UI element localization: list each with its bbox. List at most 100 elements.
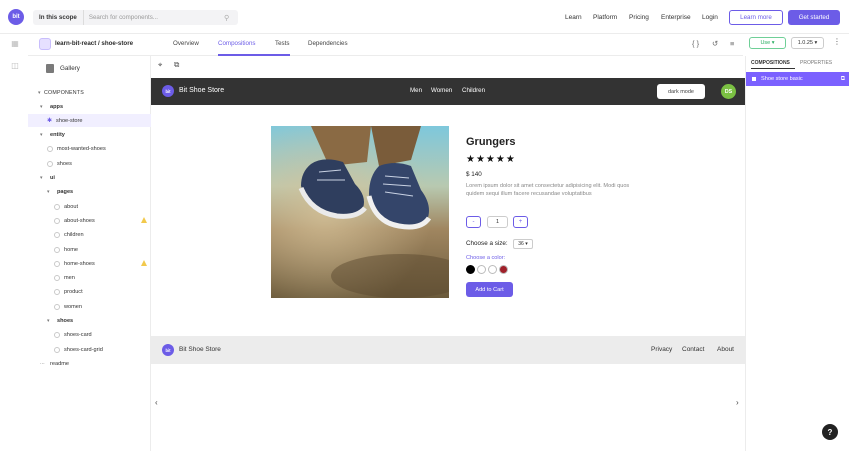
version-dropdown[interactable]: 1.0.25 ▾ — [791, 37, 824, 49]
tree-item[interactable]: most-wanted-shoes — [28, 143, 151, 156]
nav-men[interactable]: Men — [410, 87, 422, 94]
grid-icon[interactable]: ▦ — [10, 38, 20, 48]
composition-label: Shoe store basic — [761, 76, 803, 82]
tree-item[interactable]: home-shoes — [28, 257, 151, 270]
user-avatar[interactable]: DS — [721, 84, 736, 99]
store-logo[interactable]: bit — [162, 85, 174, 97]
tree-label: most-wanted-shoes — [57, 146, 106, 153]
product-title: Grungers — [466, 136, 516, 148]
grid-toggle-icon[interactable]: ⌖ — [158, 60, 162, 70]
active-panel-tab-indicator — [751, 68, 795, 69]
nav-enterprise[interactable]: Enterprise — [661, 10, 691, 25]
footer-logo[interactable]: bit — [162, 344, 174, 356]
history-icon[interactable]: ↺ — [712, 39, 718, 48]
tree-item[interactable]: shoes-card-grid — [28, 343, 151, 356]
add-to-cart-button[interactable]: Add to Cart — [466, 282, 513, 297]
color-swatch[interactable] — [499, 265, 508, 274]
footer-brand[interactable]: Bit Shoe Store — [179, 346, 221, 353]
store-brand[interactable]: Bit Shoe Store — [179, 87, 224, 94]
tree-item[interactable]: product — [28, 286, 151, 299]
tree-label: shoes — [57, 160, 72, 167]
nav-login[interactable]: Login — [702, 10, 718, 25]
color-swatch[interactable] — [466, 265, 475, 274]
tree-item[interactable]: women — [28, 300, 151, 313]
tab-dependencies[interactable]: Dependencies — [308, 40, 348, 47]
tree-label: men — [64, 275, 75, 282]
settings-icon[interactable]: ≡ — [730, 39, 734, 48]
components-section-label: COMPONENTS — [44, 89, 84, 96]
size-select[interactable]: 36 ▾ — [513, 239, 533, 249]
more-options-icon[interactable]: ⋮ — [833, 37, 841, 46]
tree-item[interactable]: shoes-card — [28, 329, 151, 342]
tree-item[interactable]: about-shoes — [28, 214, 151, 227]
tree-folder[interactable]: ▾ pages — [28, 186, 151, 199]
nav-platform[interactable]: Platform — [593, 10, 617, 25]
bit-logo[interactable]: bit — [8, 9, 24, 25]
component-dot-icon — [54, 260, 60, 267]
nav-children[interactable]: Children — [462, 87, 485, 94]
footer-privacy-link[interactable]: Privacy — [651, 346, 672, 353]
nav-pricing[interactable]: Pricing — [629, 10, 649, 25]
gallery-link[interactable]: Gallery — [46, 64, 80, 73]
product-description: Lorem ipsum dolor sit amet consectetur a… — [466, 183, 630, 197]
footer-contact-link[interactable]: Contact — [682, 346, 704, 353]
top-bar: bit In this scope Search for components.… — [0, 0, 849, 34]
quantity-input[interactable]: 1 — [487, 216, 508, 228]
decrease-quantity-button[interactable]: - — [466, 216, 481, 228]
search-input[interactable]: Search for components... — [84, 14, 224, 21]
tree-folder[interactable]: ▾ ui — [28, 172, 151, 185]
tree-folder[interactable]: ▾ apps — [28, 100, 151, 113]
components-section-toggle[interactable]: ▾ COMPONENTS — [28, 86, 151, 99]
component-dot-icon — [54, 303, 60, 310]
composition-item-shoe-store-basic[interactable]: Shoe store basic ⧉ — [746, 72, 849, 86]
tree-item[interactable]: men — [28, 272, 151, 285]
gallery-label: Gallery — [60, 65, 80, 72]
tree-readme[interactable]: ⋯ readme — [28, 357, 151, 370]
open-external-icon[interactable]: ⧉ — [841, 76, 845, 83]
footer-about-link[interactable]: About — [717, 346, 734, 353]
component-dot-icon — [54, 203, 60, 210]
tree-folder[interactable]: ▾ entity — [28, 129, 151, 142]
color-swatch[interactable] — [488, 265, 497, 274]
code-icon[interactable]: { } — [692, 39, 699, 48]
cube-icon[interactable]: ◫ — [10, 60, 20, 70]
previous-arrow-icon[interactable]: ‹ — [155, 398, 158, 407]
tree-item[interactable]: shoes — [28, 157, 151, 170]
component-dot-icon — [54, 289, 60, 296]
component-path[interactable]: learn-bit-react / shoe-store — [55, 40, 133, 47]
increase-quantity-button[interactable]: + — [513, 216, 528, 228]
warning-icon — [141, 260, 147, 267]
tree-item[interactable]: about — [28, 200, 151, 213]
component-header: learn-bit-react / shoe-store Overview Co… — [28, 34, 743, 56]
tree-folder[interactable]: ▾ shoes — [28, 315, 151, 328]
use-button[interactable]: Use ▾ — [749, 37, 786, 49]
tree-item[interactable]: children — [28, 229, 151, 242]
composition-icon — [752, 77, 756, 81]
get-started-button[interactable]: Get started — [788, 10, 840, 25]
nav-women[interactable]: Women — [431, 87, 452, 94]
color-swatch[interactable] — [477, 265, 486, 274]
search-icon[interactable]: ⚲ — [224, 14, 238, 22]
open-external-icon[interactable]: ⧉ — [174, 60, 179, 70]
tree-item[interactable]: home — [28, 243, 151, 256]
tab-tests[interactable]: Tests — [275, 40, 289, 47]
tree-label: shoe-store — [56, 117, 83, 124]
tab-compositions-panel[interactable]: COMPOSITIONS — [751, 60, 790, 66]
scope-search[interactable]: In this scope Search for components... ⚲ — [33, 10, 238, 25]
help-button[interactable]: ? — [822, 424, 838, 440]
nav-learn[interactable]: Learn — [565, 10, 582, 25]
component-dot-icon — [54, 246, 60, 253]
version-label: 1.0.25 — [797, 40, 813, 46]
tab-compositions[interactable]: Compositions — [218, 40, 256, 47]
next-arrow-icon[interactable]: › — [736, 398, 739, 407]
component-dot-icon — [54, 217, 60, 224]
learn-more-button[interactable]: Learn more — [729, 10, 783, 25]
dark-mode-button[interactable]: dark mode — [657, 84, 705, 99]
tree-label: women — [64, 303, 83, 310]
composition-preview: bit Bit Shoe Store Men Women Children da… — [151, 76, 745, 451]
tree-item[interactable]: ✱ shoe-store — [28, 114, 151, 128]
tab-overview[interactable]: Overview — [173, 40, 199, 47]
tab-properties-panel[interactable]: PROPERTIES — [800, 60, 832, 66]
component-dot-icon — [47, 146, 53, 153]
tree-label: product — [64, 289, 83, 296]
